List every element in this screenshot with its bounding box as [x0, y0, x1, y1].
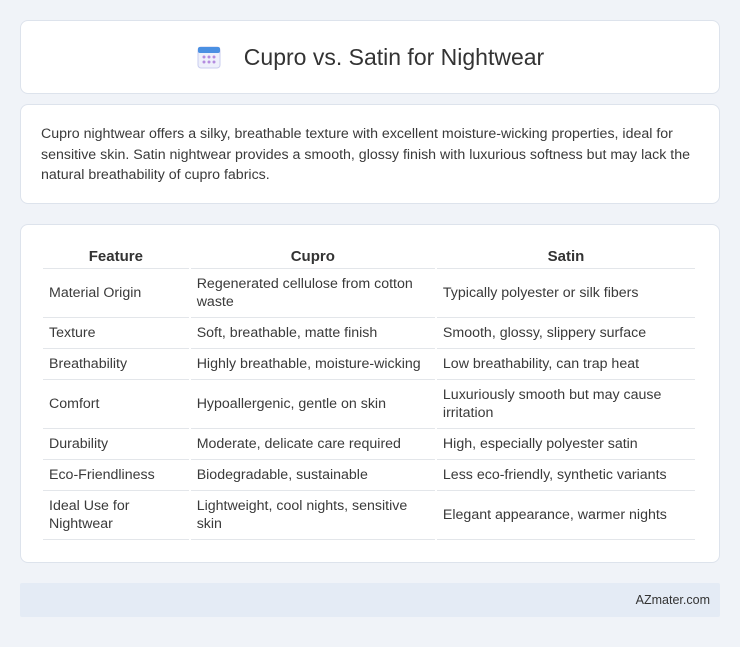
intro-card: Cupro nightwear offers a silky, breathab… [20, 104, 720, 204]
feature-cell: Durability [43, 429, 189, 460]
cupro-cell: Biodegradable, sustainable [190, 460, 435, 491]
table-header-row: Feature Cupro Satin [43, 245, 695, 269]
satin-cell: Less eco-friendly, synthetic variants [436, 460, 695, 491]
satin-cell: Elegant appearance, warmer nights [436, 491, 695, 540]
table-row: Material Origin Regenerated cellulose fr… [43, 269, 695, 318]
footer-site-link[interactable]: AZmater.com [636, 593, 710, 607]
intro-paragraph: Cupro nightwear offers a silky, breathab… [41, 126, 690, 183]
cupro-cell: Regenerated cellulose from cotton waste [190, 269, 435, 318]
header-satin: Satin [436, 245, 695, 269]
header-feature: Feature [43, 245, 189, 269]
cupro-cell: Hypoallergenic, gentle on skin [190, 380, 435, 429]
calendar-icon [196, 44, 222, 70]
cupro-cell: Soft, breathable, matte finish [190, 318, 435, 349]
table-row: Comfort Hypoallergenic, gentle on skin L… [43, 380, 695, 429]
satin-cell: High, especially polyester satin [436, 429, 695, 460]
header-cupro: Cupro [190, 245, 435, 269]
feature-cell: Ideal Use for Nightwear [43, 491, 189, 540]
page-title: Cupro vs. Satin for Nightwear [243, 43, 545, 70]
table-row: Durability Moderate, delicate care requi… [43, 429, 695, 460]
satin-cell: Smooth, glossy, slippery surface [436, 318, 695, 349]
satin-cell: Luxuriously smooth but may cause irritat… [436, 380, 695, 429]
comparison-table: Feature Cupro Satin Material Origin Rege… [41, 245, 697, 540]
feature-cell: Texture [43, 318, 189, 349]
feature-cell: Material Origin [43, 269, 189, 318]
feature-cell: Breathability [43, 349, 189, 380]
title-card: Cupro vs. Satin for Nightwear [20, 20, 720, 94]
table-row: Breathability Highly breathable, moistur… [43, 349, 695, 380]
satin-cell: Low breathability, can trap heat [436, 349, 695, 380]
table-row: Ideal Use for Nightwear Lightweight, coo… [43, 491, 695, 540]
comparison-card: Feature Cupro Satin Material Origin Rege… [20, 224, 720, 563]
satin-cell: Typically polyester or silk fibers [436, 269, 695, 318]
cupro-cell: Lightweight, cool nights, sensitive skin [190, 491, 435, 540]
footer-bar: AZmater.com [20, 583, 720, 617]
table-row: Texture Soft, breathable, matte finish S… [43, 318, 695, 349]
table-row: Eco-Friendliness Biodegradable, sustaina… [43, 460, 695, 491]
feature-cell: Eco-Friendliness [43, 460, 189, 491]
feature-cell: Comfort [43, 380, 189, 429]
cupro-cell: Moderate, delicate care required [190, 429, 435, 460]
title-row: Cupro vs. Satin for Nightwear [196, 44, 544, 71]
cupro-cell: Highly breathable, moisture-wicking [190, 349, 435, 380]
